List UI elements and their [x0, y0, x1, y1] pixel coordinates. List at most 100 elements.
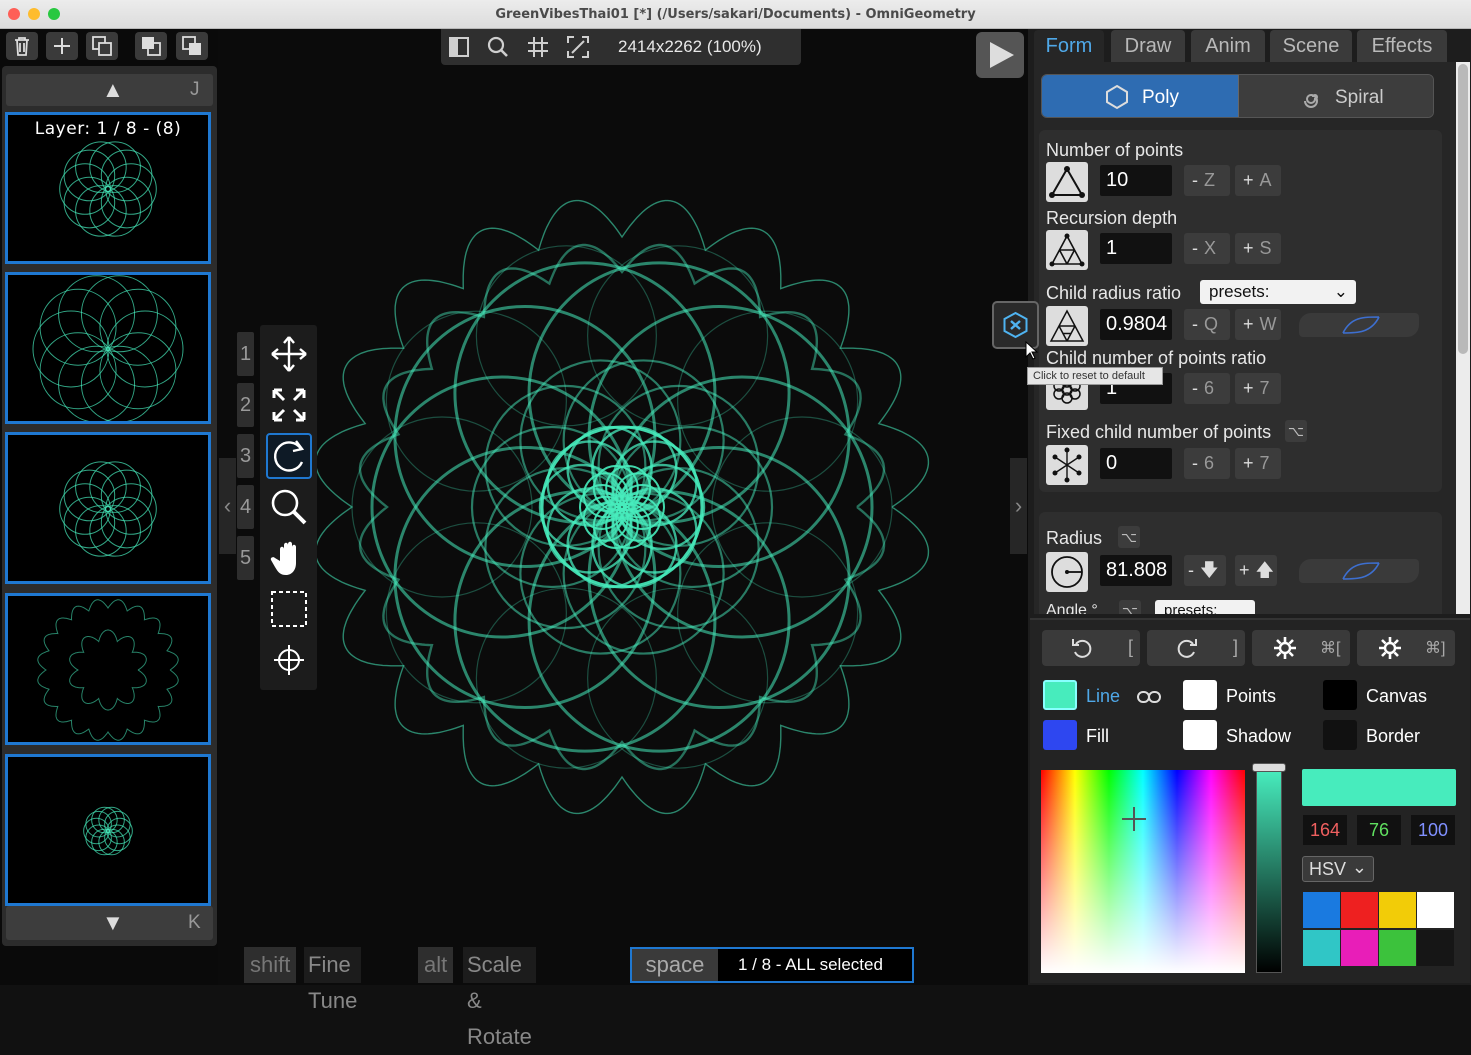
grid-toggle-button[interactable] [524, 34, 552, 60]
link-icon[interactable] [1136, 689, 1162, 705]
tab-scene[interactable]: Scene [1270, 30, 1352, 62]
delete-layer-button[interactable] [6, 32, 38, 60]
zoom-tool[interactable] [266, 484, 312, 530]
scale-tool[interactable] [266, 382, 312, 428]
border-color-swatch[interactable] [1323, 720, 1357, 750]
radius-decrement[interactable]: - 🡇 [1184, 555, 1226, 586]
crosshair-tool[interactable] [266, 637, 312, 683]
radius-curve-button[interactable] [1299, 559, 1419, 583]
recursion-input[interactable]: 1 [1100, 233, 1172, 264]
layer-thumbnail-3[interactable] [5, 432, 211, 584]
spiral-button[interactable]: Spiral [1238, 75, 1433, 117]
fixed-child-option-button[interactable]: ⌥ [1285, 420, 1307, 442]
line-color-label[interactable]: Line [1086, 686, 1120, 707]
child-radius-increment[interactable]: + W [1235, 309, 1281, 340]
color-spectrum-picker[interactable] [1041, 770, 1245, 973]
line-color-swatch[interactable] [1043, 680, 1077, 710]
selection-status[interactable]: space 1 / 8 - ALL selected [630, 947, 914, 983]
layer-thumbnail-5[interactable] [5, 754, 211, 906]
add-layer-button[interactable] [46, 32, 78, 60]
recursion-reset-button[interactable] [1046, 230, 1088, 270]
duplicate-layer-button[interactable] [86, 32, 118, 60]
fill-color-swatch[interactable] [1043, 720, 1077, 750]
fixed-child-input[interactable]: 0 [1100, 448, 1172, 479]
palette-swatch[interactable] [1379, 892, 1416, 928]
radius-input[interactable]: 81.808 [1100, 555, 1172, 586]
collapse-left-panel-button[interactable]: ‹ [219, 458, 236, 554]
num-points-reset-button[interactable] [1046, 162, 1088, 202]
geometry-artwork[interactable] [218, 29, 1028, 985]
toggle-sidebar-button[interactable] [445, 34, 473, 60]
num-points-decrement[interactable]: -Z [1184, 165, 1230, 196]
palette-swatch[interactable] [1341, 930, 1378, 966]
layer-thumbnail-1[interactable]: Layer: 1 / 8 - (8) [5, 112, 211, 264]
angle-option-button[interactable]: ⌥ [1119, 600, 1141, 614]
zoom-view-button[interactable] [484, 34, 512, 60]
palette-swatch[interactable] [1303, 892, 1340, 928]
marquee-icon [271, 591, 307, 627]
angle-presets-select[interactable]: presets: [1155, 600, 1255, 614]
palette-swatch[interactable] [1417, 892, 1454, 928]
poly-button[interactable]: Poly [1042, 75, 1238, 117]
points-color-swatch[interactable] [1183, 680, 1217, 710]
fixed-child-reset-button[interactable] [1046, 445, 1088, 485]
shadow-color-swatch[interactable] [1183, 720, 1217, 750]
radius-option-button[interactable]: ⌥ [1118, 526, 1140, 548]
layer-thumbnail-2[interactable] [5, 272, 211, 424]
child-points-decrement[interactable]: -6 [1184, 373, 1230, 404]
num-points-input[interactable]: 10 [1100, 165, 1172, 196]
shadow-color-label[interactable]: Shadow [1226, 726, 1291, 747]
color-mode-select[interactable]: HSV ⌄ [1302, 856, 1374, 882]
layers-scroll-down-button[interactable]: ▼ K [6, 906, 213, 940]
value-value[interactable]: 100 [1411, 815, 1455, 845]
border-color-label[interactable]: Border [1366, 726, 1420, 747]
child-radius-reset-button[interactable] [1046, 306, 1088, 346]
pan-tool[interactable] [266, 535, 312, 581]
move-layer-down-button[interactable] [176, 32, 208, 60]
tab-anim[interactable]: Anim [1191, 30, 1265, 62]
radius-reset-button[interactable] [1046, 552, 1088, 592]
select-tool[interactable] [266, 586, 312, 632]
radius-increment[interactable]: + 🡅 [1235, 555, 1277, 586]
tab-draw[interactable]: Draw [1111, 30, 1185, 62]
rotate-left-button[interactable]: [ [1042, 630, 1140, 666]
fixed-child-decrement[interactable]: -6 [1184, 448, 1230, 479]
palette-swatch[interactable] [1379, 930, 1416, 966]
value-slider[interactable] [1256, 770, 1282, 973]
collapse-right-panel-button[interactable]: › [1010, 458, 1027, 554]
canvas-color-swatch[interactable] [1323, 680, 1357, 710]
canvas-color-label[interactable]: Canvas [1366, 686, 1427, 707]
palette-swatch[interactable] [1303, 930, 1340, 966]
drawing-canvas[interactable] [218, 29, 1028, 985]
palette-swatch[interactable] [1341, 892, 1378, 928]
child-radius-curve-button[interactable] [1299, 313, 1419, 337]
gear-next-button[interactable]: ⌘] [1357, 630, 1455, 666]
fill-color-label[interactable]: Fill [1086, 726, 1109, 747]
palette-swatch[interactable] [1417, 930, 1454, 966]
curve-icon [1342, 562, 1380, 580]
child-radius-decrement[interactable]: -Q [1184, 309, 1230, 340]
child-radius-presets-select[interactable]: presets: ⌄ [1200, 280, 1356, 304]
value-slider-handle[interactable] [1252, 763, 1286, 772]
rotate-right-button[interactable]: ] [1147, 630, 1245, 666]
child-points-increment[interactable]: +7 [1235, 373, 1281, 404]
layers-scroll-up-button[interactable]: ▲ J [6, 74, 213, 106]
layer-thumbnail-4[interactable] [5, 593, 211, 745]
hue-value[interactable]: 164 [1303, 815, 1347, 845]
num-points-increment[interactable]: + A [1235, 165, 1281, 196]
tab-form[interactable]: Form [1034, 30, 1104, 62]
recursion-increment[interactable]: + S [1235, 233, 1281, 264]
points-color-label[interactable]: Points [1226, 686, 1276, 707]
move-tool[interactable] [266, 331, 312, 377]
form-scrollbar-thumb[interactable] [1458, 64, 1468, 354]
gear-prev-button[interactable]: ⌘[ [1252, 630, 1350, 666]
move-layer-up-button[interactable] [135, 32, 167, 60]
child-radius-input[interactable]: 0.9804 [1100, 309, 1172, 340]
tab-effects[interactable]: Effects [1357, 30, 1447, 62]
play-animation-button[interactable] [976, 32, 1024, 78]
fit-view-button[interactable] [564, 34, 592, 60]
saturation-value[interactable]: 76 [1357, 815, 1401, 845]
rotate-tool[interactable] [266, 433, 312, 479]
fixed-child-increment[interactable]: +7 [1235, 448, 1281, 479]
recursion-decrement[interactable]: -X [1184, 233, 1230, 264]
